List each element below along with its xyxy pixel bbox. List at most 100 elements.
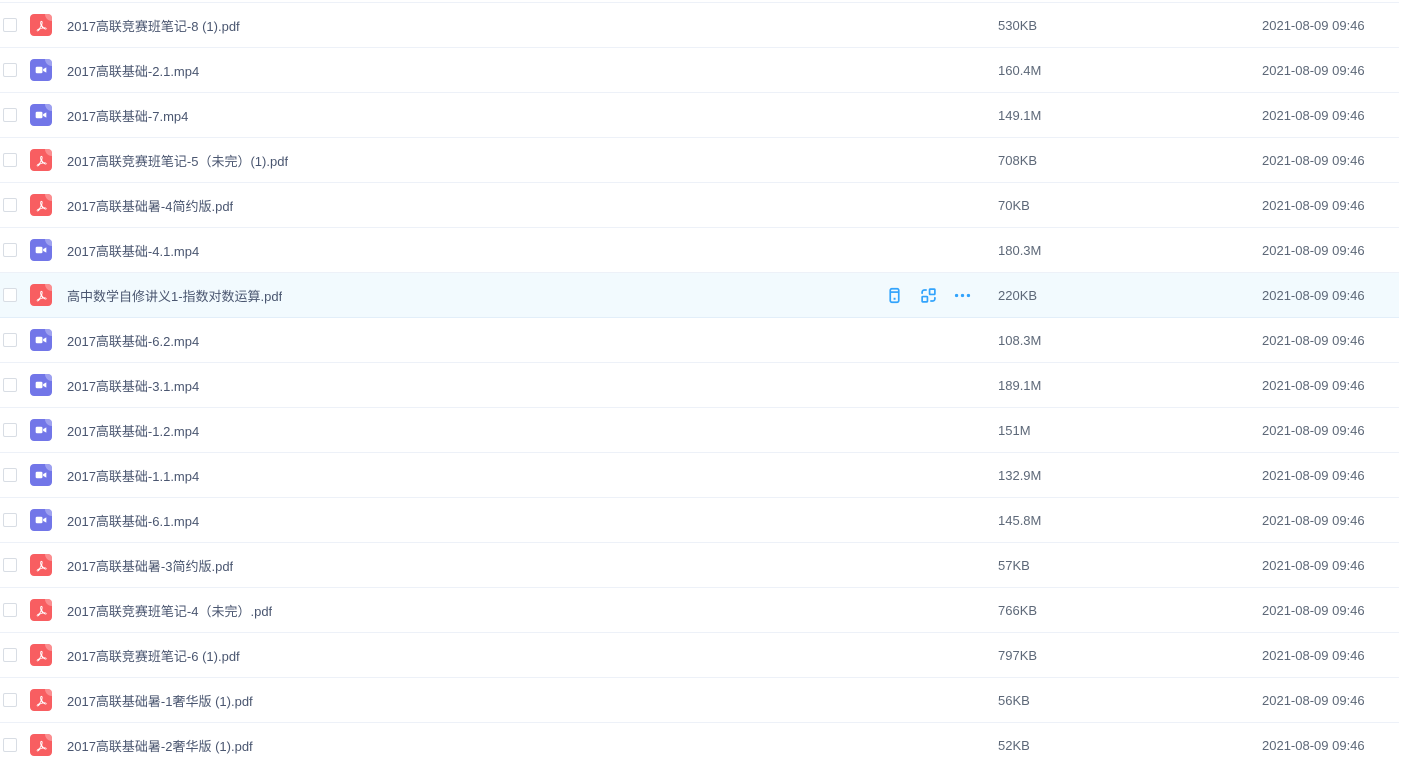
file-name-link[interactable]: 2017高联基础暑-3简约版.pdf	[67, 556, 233, 575]
row-checkbox[interactable]	[3, 693, 17, 707]
row-checkbox[interactable]	[3, 288, 17, 302]
row-checkbox[interactable]	[3, 513, 17, 527]
video-file-icon	[33, 62, 49, 78]
file-name-link[interactable]: 2017高联基础-1.1.mp4	[67, 466, 199, 485]
row-checkbox[interactable]	[3, 63, 17, 77]
file-row[interactable]: 2017高联基础-6.2.mp4	[0, 318, 1399, 363]
video-file-icon	[33, 107, 49, 123]
video-file-icon	[33, 332, 49, 348]
file-name-link[interactable]: 2017高联基础-7.mp4	[67, 106, 188, 125]
row-checkbox[interactable]	[3, 378, 17, 392]
row-checkbox[interactable]	[3, 18, 17, 32]
video-file-icon	[33, 242, 49, 258]
file-modified-date: 2021-08-09 09:46	[1262, 723, 1365, 766]
file-row[interactable]: 高中数学自修讲义1-指数对数运算.pdf	[0, 273, 1399, 318]
file-size: 57KB	[998, 543, 1030, 588]
file-modified-date: 2021-08-09 09:46	[1262, 498, 1365, 543]
file-modified-date: 2021-08-09 09:46	[1262, 453, 1365, 498]
pdf-file-icon	[34, 648, 49, 663]
file-size: 70KB	[998, 183, 1030, 228]
file-modified-date: 2021-08-09 09:46	[1262, 273, 1365, 318]
file-type-icon	[30, 689, 52, 711]
file-type-icon	[30, 59, 52, 81]
file-modified-date: 2021-08-09 09:46	[1262, 183, 1365, 228]
file-modified-date: 2021-08-09 09:46	[1262, 138, 1365, 183]
file-list: 2017高联竞赛班笔记-8 (1).pdf	[0, 2, 1399, 766]
row-checkbox[interactable]	[3, 738, 17, 752]
file-row[interactable]: 2017高联基础暑-3简约版.pdf	[0, 543, 1399, 588]
file-type-icon	[30, 734, 52, 756]
file-row[interactable]: 2017高联基础暑-1奢华版 (1).pdf	[0, 678, 1399, 723]
file-type-icon	[30, 284, 52, 306]
file-name-link[interactable]: 2017高联基础-2.1.mp4	[67, 61, 199, 80]
file-row[interactable]: 2017高联竞赛班笔记-6 (1).pdf	[0, 633, 1399, 678]
file-modified-date: 2021-08-09 09:46	[1262, 318, 1365, 363]
file-name-link[interactable]: 2017高联基础-1.2.mp4	[67, 421, 199, 440]
file-size: 160.4M	[998, 48, 1041, 93]
pdf-file-icon	[34, 198, 49, 213]
file-modified-date: 2021-08-09 09:46	[1262, 93, 1365, 138]
file-row[interactable]: 2017高联竞赛班笔记-5（未完）(1).pdf	[0, 138, 1399, 183]
file-modified-date: 2021-08-09 09:46	[1262, 48, 1365, 93]
file-name-link[interactable]: 2017高联基础-6.2.mp4	[67, 331, 199, 350]
pdf-file-icon	[34, 603, 49, 618]
pdf-file-icon	[34, 693, 49, 708]
file-row[interactable]: 2017高联基础暑-4简约版.pdf	[0, 183, 1399, 228]
file-name-link[interactable]: 2017高联竞赛班笔记-8 (1).pdf	[67, 16, 240, 35]
file-size: 151M	[998, 408, 1031, 453]
file-row[interactable]: 2017高联基础暑-2奢华版 (1).pdf	[0, 723, 1399, 766]
row-checkbox[interactable]	[3, 108, 17, 122]
file-row[interactable]: 2017高联基础-1.1.mp4	[0, 453, 1399, 498]
video-file-icon	[33, 512, 49, 528]
file-name-link[interactable]: 2017高联基础-3.1.mp4	[67, 376, 199, 395]
row-checkbox[interactable]	[3, 603, 17, 617]
row-checkbox[interactable]	[3, 243, 17, 257]
file-size: 220KB	[998, 273, 1037, 318]
file-size: 132.9M	[998, 453, 1041, 498]
file-name-link[interactable]: 2017高联竞赛班笔记-5（未完）(1).pdf	[67, 151, 288, 170]
row-checkbox[interactable]	[3, 198, 17, 212]
file-type-icon	[30, 509, 52, 531]
file-row[interactable]: 2017高联基础-4.1.mp4	[0, 228, 1399, 273]
file-name-link[interactable]: 2017高联基础-4.1.mp4	[67, 241, 199, 260]
row-checkbox[interactable]	[3, 423, 17, 437]
file-modified-date: 2021-08-09 09:46	[1262, 228, 1365, 273]
file-row[interactable]: 2017高联竞赛班笔记-4（未完）.pdf	[0, 588, 1399, 633]
file-row[interactable]: 2017高联基础-1.2.mp4	[0, 408, 1399, 453]
file-modified-date: 2021-08-09 09:46	[1262, 363, 1365, 408]
file-row[interactable]: 2017高联竞赛班笔记-8 (1).pdf	[0, 3, 1399, 48]
file-name-link[interactable]: 2017高联竞赛班笔记-6 (1).pdf	[67, 646, 240, 665]
file-type-icon	[30, 554, 52, 576]
file-name-link[interactable]: 2017高联基础暑-1奢华版 (1).pdf	[67, 691, 253, 710]
send-to-phone-icon[interactable]	[884, 286, 904, 306]
row-checkbox[interactable]	[3, 333, 17, 347]
file-name-link[interactable]: 高中数学自修讲义1-指数对数运算.pdf	[67, 286, 282, 305]
file-size: 149.1M	[998, 93, 1041, 138]
pdf-file-icon	[34, 558, 49, 573]
pdf-file-icon	[34, 288, 49, 303]
row-checkbox[interactable]	[3, 468, 17, 482]
file-row[interactable]: 2017高联基础-6.1.mp4	[0, 498, 1399, 543]
file-size: 52KB	[998, 723, 1030, 766]
file-modified-date: 2021-08-09 09:46	[1262, 3, 1365, 48]
file-size: 145.8M	[998, 498, 1041, 543]
file-type-icon	[30, 104, 52, 126]
file-name-link[interactable]: 2017高联竞赛班笔记-4（未完）.pdf	[67, 601, 272, 620]
file-row[interactable]: 2017高联基础-7.mp4	[0, 93, 1399, 138]
row-checkbox[interactable]	[3, 648, 17, 662]
file-modified-date: 2021-08-09 09:46	[1262, 543, 1365, 588]
more-icon[interactable]	[952, 286, 972, 306]
file-type-icon	[30, 419, 52, 441]
file-name-link[interactable]: 2017高联基础暑-2奢华版 (1).pdf	[67, 736, 253, 755]
file-name-link[interactable]: 2017高联基础暑-4简约版.pdf	[67, 196, 233, 215]
row-checkbox[interactable]	[3, 558, 17, 572]
file-row[interactable]: 2017高联基础-2.1.mp4	[0, 48, 1399, 93]
file-row[interactable]: 2017高联基础-3.1.mp4	[0, 363, 1399, 408]
file-size: 797KB	[998, 633, 1037, 678]
row-checkbox[interactable]	[3, 153, 17, 167]
file-name-link[interactable]: 2017高联基础-6.1.mp4	[67, 511, 199, 530]
file-modified-date: 2021-08-09 09:46	[1262, 678, 1365, 723]
file-size: 530KB	[998, 3, 1037, 48]
file-modified-date: 2021-08-09 09:46	[1262, 408, 1365, 453]
share-icon[interactable]	[918, 286, 938, 306]
